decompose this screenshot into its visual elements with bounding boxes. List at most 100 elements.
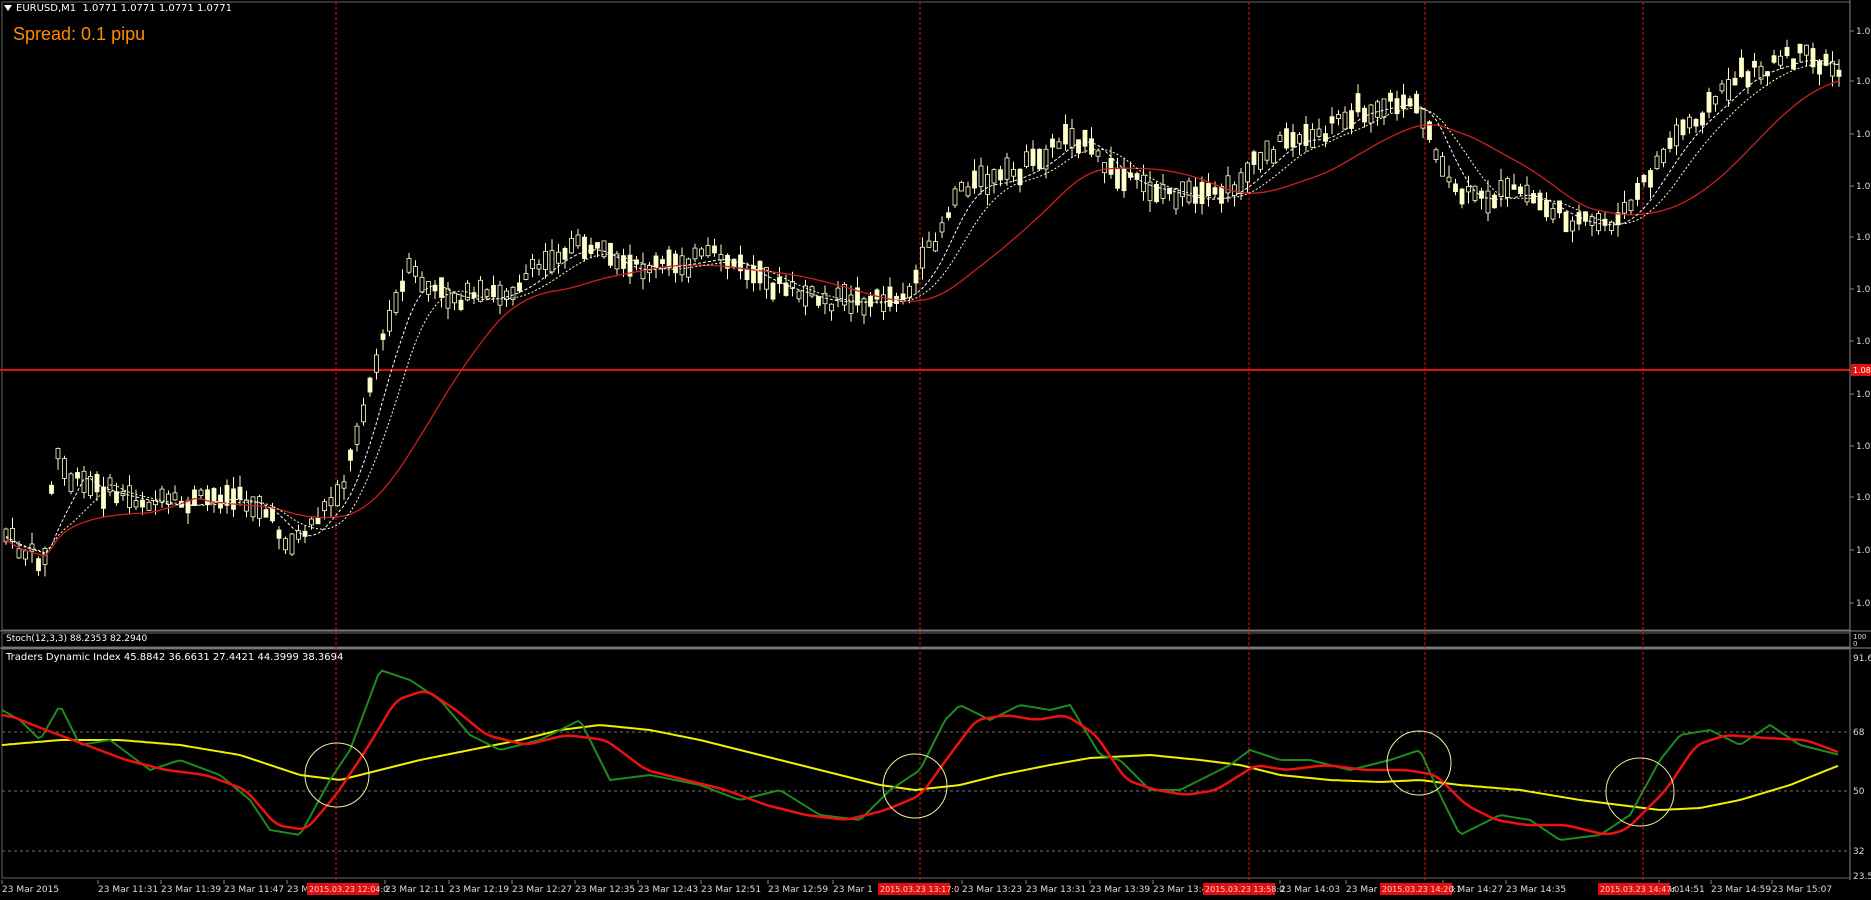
candle-body [335, 484, 340, 507]
candle-body [1804, 44, 1809, 56]
time-tick-label: 23 Mar 13:4 [1153, 885, 1208, 895]
candle-body [530, 258, 535, 269]
candle-body [556, 251, 561, 264]
candle-body [153, 499, 158, 506]
symbol-header[interactable]: EURUSD,M1 1.0771 1.0771 1.0771 1.0771 [4, 3, 232, 14]
candle-body [1160, 184, 1166, 199]
candle-body [1771, 55, 1777, 63]
time-tick-label: 23 Mar 12:11 [385, 885, 445, 895]
candle-body [1336, 114, 1341, 119]
candle-body [1609, 221, 1614, 231]
time-highlight-label: 2015.03.23 13:17:0 [880, 885, 959, 894]
candle-body [562, 247, 568, 260]
price-tick-label: 1.08 [1856, 442, 1871, 452]
candle-body [198, 489, 204, 497]
candle-body [1388, 92, 1393, 102]
candle-body [946, 212, 951, 218]
candle-body [1492, 194, 1497, 209]
candle-body [445, 288, 451, 309]
candle-body [1589, 216, 1595, 226]
candle-body [328, 497, 334, 507]
candle-body [1674, 124, 1679, 147]
candle-body [497, 284, 503, 306]
candle-body [1180, 181, 1185, 198]
candle-body [1089, 138, 1094, 155]
candle-body [1323, 133, 1328, 142]
price-axis: 1.09 1.09 1.08 1.08 1.08 1.08 1.08 1.08 1.08 1.08… [1850, 27, 1871, 609]
candle-body [1232, 184, 1237, 197]
candle-body [387, 310, 392, 332]
candle-body [523, 273, 529, 280]
candle-body [1550, 207, 1556, 220]
candle-body [315, 517, 321, 525]
candle-body [653, 255, 659, 268]
candle-body [1329, 116, 1335, 124]
candle-body [1680, 119, 1686, 136]
candle-body [478, 279, 483, 302]
candle-body [861, 298, 867, 316]
candle-body [998, 169, 1003, 181]
dropdown-arrow-icon[interactable] [4, 5, 12, 11]
candle-body [1375, 101, 1380, 118]
candle-body [172, 492, 178, 501]
candle-body [146, 501, 152, 511]
time-highlight-label: 2015.03.23 14:47:0 [1600, 885, 1679, 894]
candle-body [991, 169, 997, 184]
candle-body [575, 234, 581, 247]
time-tick-label: 23 Mar [1346, 885, 1378, 895]
candle-body [62, 458, 67, 479]
candle-body [55, 447, 61, 460]
candle-body [1511, 184, 1517, 190]
tdi-indicator-label: Traders Dynamic Index 45.8842 36.6631 27… [6, 652, 344, 663]
candle-body [1011, 169, 1016, 177]
candle-body [1719, 83, 1725, 92]
candle-body [829, 303, 834, 312]
candle-body [1193, 186, 1198, 204]
candle-body [1076, 139, 1081, 154]
candle-body [1524, 184, 1530, 203]
candle-body [939, 222, 945, 233]
fast-moving-average-2 [5, 63, 1840, 554]
candle-body [588, 244, 594, 254]
candle-body [1414, 93, 1419, 114]
price-tick-label: 1.08 [1856, 390, 1871, 400]
candle-body [1284, 128, 1289, 149]
candle-body [322, 501, 327, 512]
candle-body [1258, 152, 1263, 170]
time-tick-label: 23 Mar 11:31 [98, 885, 158, 895]
ohlc-label: 1.0771 1.0771 1.0771 1.0771 [82, 3, 232, 14]
price-tick-label: 1.08 [1856, 233, 1871, 243]
candle-body [972, 170, 977, 189]
candle-body [1238, 172, 1244, 195]
time-tick-label: 23 Mar 12:43 [638, 885, 698, 895]
time-tick-label: 23 Mar 2015 [2, 885, 59, 895]
candle-body [140, 499, 145, 508]
candle-body [1797, 43, 1803, 54]
candle-body [1641, 174, 1647, 183]
time-tick-label: 23 Mar 13:31 [1026, 885, 1086, 895]
candle-body [1472, 185, 1478, 201]
time-tick-label: 23 Mar 13:39 [1090, 885, 1150, 895]
tdi-tick-label: 68 [1853, 728, 1865, 738]
candle-body [367, 377, 373, 393]
candle-body [426, 281, 431, 295]
candle-body [1563, 211, 1569, 233]
fast-moving-average-1 [5, 59, 1840, 556]
candle-body [127, 485, 132, 508]
candle-body [517, 282, 522, 292]
candle-body [354, 425, 360, 445]
candle-body [1505, 178, 1510, 198]
candle-body [803, 285, 808, 307]
candle-body [1693, 119, 1699, 127]
time-tick-label: 23 Mar 12:19 [449, 885, 509, 895]
candle-body [283, 538, 288, 551]
tdi-tick-label: 32 [1853, 847, 1864, 857]
chart-canvas[interactable]: 1.09 1.09 1.08 1.08 1.08 1.08 1.08 1.08 1.08 1.08… [0, 0, 1871, 900]
candle-body [1817, 60, 1822, 75]
candle-body [666, 249, 672, 269]
candle-body [432, 284, 438, 292]
candle-body [23, 550, 28, 560]
symbol-label: EURUSD,M1 [16, 3, 77, 14]
time-tick-label: 23 Mar 12:27 [512, 885, 572, 895]
candle-body [933, 241, 938, 252]
